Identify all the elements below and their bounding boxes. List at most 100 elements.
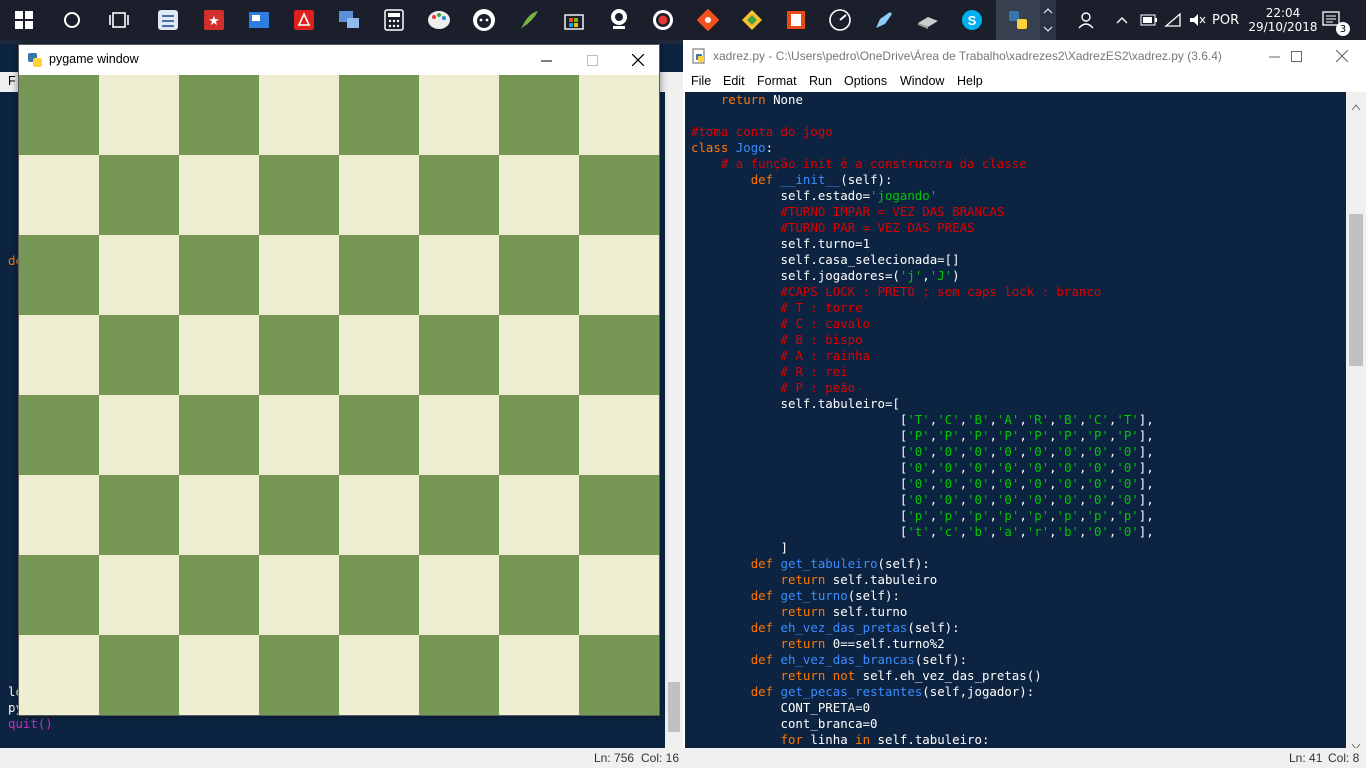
pygame-minimize-button[interactable] xyxy=(523,45,569,75)
board-square[interactable] xyxy=(99,475,179,555)
notification-center-icon[interactable]: 3 xyxy=(1322,0,1350,40)
python-icon[interactable] xyxy=(996,0,1040,40)
wifi-icon[interactable] xyxy=(1164,0,1182,40)
board-square[interactable] xyxy=(499,475,579,555)
shell-scrollbar[interactable] xyxy=(665,92,683,748)
board-square[interactable] xyxy=(19,555,99,635)
board-square[interactable] xyxy=(19,395,99,475)
menu-run[interactable]: Run xyxy=(809,74,832,88)
board-square[interactable] xyxy=(339,555,419,635)
editor-maximize-button[interactable] xyxy=(1273,41,1319,71)
menu-help[interactable]: Help xyxy=(957,74,983,88)
shell-menu-file[interactable]: F xyxy=(8,74,16,88)
idle-editor-window[interactable]: xadrez.py - C:\Users\pedro\OneDrive\Área… xyxy=(683,40,1366,768)
mixer-icon[interactable] xyxy=(736,4,768,36)
board-square[interactable] xyxy=(99,155,179,235)
board-square[interactable] xyxy=(99,315,179,395)
board-square[interactable] xyxy=(419,555,499,635)
notes-icon[interactable] xyxy=(152,4,184,36)
board-square[interactable] xyxy=(19,235,99,315)
menu-edit[interactable]: Edit xyxy=(723,74,745,88)
board-square[interactable] xyxy=(419,475,499,555)
board-square[interactable] xyxy=(579,315,659,395)
board-square[interactable] xyxy=(579,75,659,155)
windows-start-icon[interactable] xyxy=(8,4,40,36)
board-square[interactable] xyxy=(259,555,339,635)
board-square[interactable] xyxy=(19,475,99,555)
pygame-maximize-button[interactable] xyxy=(569,45,615,75)
board-square[interactable] xyxy=(99,635,179,715)
board-square[interactable] xyxy=(419,75,499,155)
driver-icon[interactable] xyxy=(912,4,944,36)
board-square[interactable] xyxy=(259,475,339,555)
board-square[interactable] xyxy=(579,235,659,315)
board-square[interactable] xyxy=(339,155,419,235)
shell-scroll-thumb[interactable] xyxy=(668,682,680,732)
calculator-icon[interactable] xyxy=(378,4,410,36)
board-square[interactable] xyxy=(339,75,419,155)
board-square[interactable] xyxy=(179,555,259,635)
board-square[interactable] xyxy=(339,395,419,475)
board-square[interactable] xyxy=(419,235,499,315)
record-icon[interactable] xyxy=(647,4,679,36)
network-icon[interactable] xyxy=(333,4,365,36)
pen-icon[interactable] xyxy=(868,4,900,36)
acrobat-icon[interactable] xyxy=(288,4,320,36)
board-square[interactable] xyxy=(419,155,499,235)
store-icon[interactable] xyxy=(558,4,590,36)
bookmark-icon[interactable]: ★ xyxy=(198,4,230,36)
news-icon[interactable] xyxy=(243,4,275,36)
board-square[interactable] xyxy=(179,235,259,315)
chess-board[interactable] xyxy=(19,75,659,715)
scroll-up-icon[interactable] xyxy=(1351,96,1361,115)
editor-scroll-thumb[interactable] xyxy=(1349,214,1363,366)
board-square[interactable] xyxy=(99,395,179,475)
board-square[interactable] xyxy=(259,235,339,315)
board-square[interactable] xyxy=(19,75,99,155)
code-editor[interactable]: return None #toma conta do jogo class Jogo… xyxy=(685,92,1346,748)
board-square[interactable] xyxy=(179,395,259,475)
board-square[interactable] xyxy=(339,315,419,395)
board-square[interactable] xyxy=(419,635,499,715)
board-square[interactable] xyxy=(499,555,579,635)
board-square[interactable] xyxy=(339,475,419,555)
board-square[interactable] xyxy=(259,75,339,155)
board-square[interactable] xyxy=(99,75,179,155)
pygame-window[interactable]: pygame window xyxy=(18,44,660,716)
board-square[interactable] xyxy=(179,475,259,555)
board-square[interactable] xyxy=(339,635,419,715)
board-square[interactable] xyxy=(579,155,659,235)
board-square[interactable] xyxy=(179,155,259,235)
office-icon[interactable] xyxy=(780,4,812,36)
taskbar-scroll[interactable] xyxy=(1040,0,1056,40)
skype-icon[interactable]: S xyxy=(956,4,988,36)
board-square[interactable] xyxy=(419,395,499,475)
menu-options[interactable]: Options xyxy=(844,74,887,88)
board-square[interactable] xyxy=(19,635,99,715)
dashboard-icon[interactable] xyxy=(824,4,856,36)
board-square[interactable] xyxy=(259,315,339,395)
pygame-close-button[interactable] xyxy=(615,45,661,75)
editor-title-bar[interactable]: xadrez.py - C:\Users\pedro\OneDrive\Área… xyxy=(683,40,1366,72)
cortana-icon[interactable] xyxy=(56,4,88,36)
paint-icon[interactable] xyxy=(423,4,455,36)
github-icon[interactable] xyxy=(468,4,500,36)
board-square[interactable] xyxy=(499,395,579,475)
git-icon[interactable] xyxy=(692,4,724,36)
board-square[interactable] xyxy=(579,555,659,635)
board-square[interactable] xyxy=(499,315,579,395)
menu-window[interactable]: Window xyxy=(900,74,944,88)
feather-icon[interactable] xyxy=(513,4,545,36)
clock[interactable]: 22:04 29/10/2018 xyxy=(1248,0,1318,40)
board-square[interactable] xyxy=(579,635,659,715)
board-square[interactable] xyxy=(179,635,259,715)
menu-file[interactable]: File xyxy=(691,74,711,88)
board-square[interactable] xyxy=(339,235,419,315)
battery-icon[interactable] xyxy=(1140,0,1158,40)
pygame-title-bar[interactable]: pygame window xyxy=(19,45,659,75)
board-square[interactable] xyxy=(259,635,339,715)
board-square[interactable] xyxy=(259,155,339,235)
task-view-icon[interactable] xyxy=(103,4,135,36)
menu-format[interactable]: Format xyxy=(757,74,797,88)
board-square[interactable] xyxy=(19,315,99,395)
